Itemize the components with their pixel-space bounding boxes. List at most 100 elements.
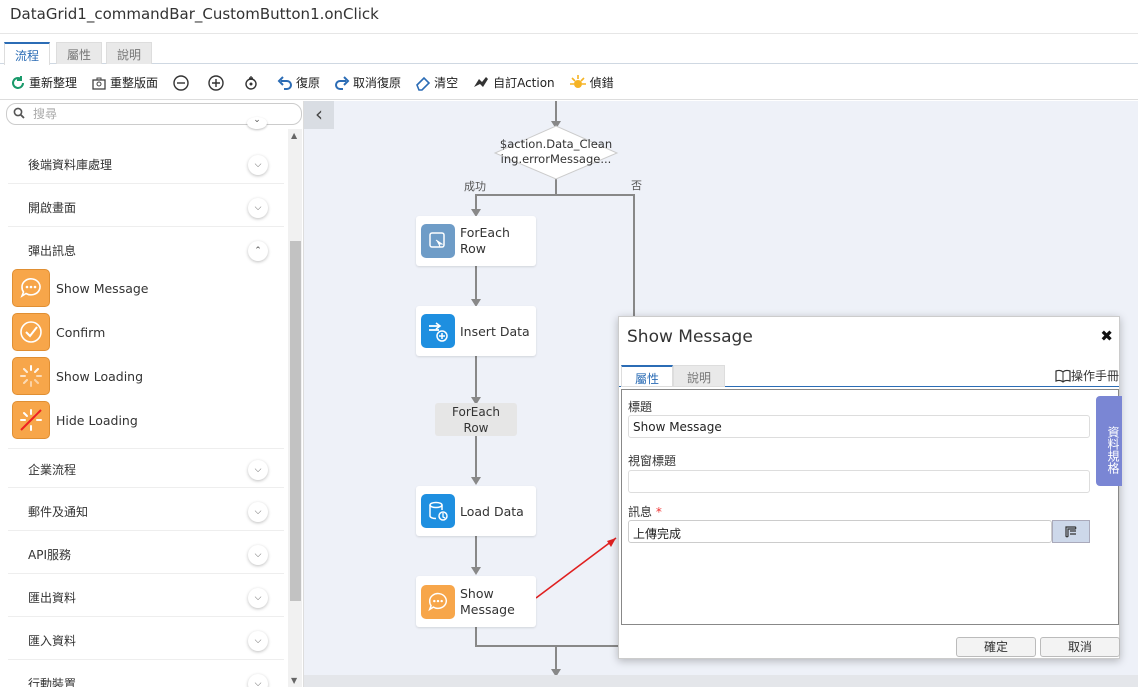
chevron-down-icon[interactable]: ⌵ <box>248 460 268 480</box>
action-label: Show Message <box>56 280 149 296</box>
category-mail-notify[interactable]: 郵件及通知 ⌵ <box>8 491 284 531</box>
category-label: 開啟畫面 <box>28 201 77 215</box>
node-line1: ForEach <box>452 405 500 419</box>
window-title: DataGrid1_commandBar_CustomButton1.onCli… <box>0 0 1138 34</box>
category-api[interactable]: API服務 ⌵ <box>8 534 284 574</box>
chevron-down-icon[interactable]: ⌵ <box>248 198 268 218</box>
script-icon <box>1065 525 1077 537</box>
ok-button[interactable]: 確定 <box>956 637 1036 657</box>
debug-icon <box>569 74 586 88</box>
tab-properties[interactable]: 屬性 <box>56 42 103 64</box>
script-editor-button[interactable] <box>1052 520 1090 543</box>
redo-label: 取消復原 <box>353 76 402 90</box>
chevron-down-icon[interactable]: ⌵ <box>248 155 268 175</box>
zoom-in-button[interactable] <box>207 74 228 92</box>
manual-label: 操作手冊 <box>1070 369 1119 383</box>
chevron-down-icon[interactable]: ⌄ <box>247 116 267 129</box>
edge-label-no: 否 <box>631 179 642 192</box>
title-field[interactable]: Show Message <box>628 415 1090 438</box>
spinner-off-icon <box>12 401 50 439</box>
chevron-down-icon[interactable]: ⌵ <box>248 674 268 687</box>
node-foreach-row[interactable]: ForEach Row <box>416 216 536 266</box>
chevron-down-icon[interactable]: ⌵ <box>248 502 268 522</box>
category-label: 彈出訊息 <box>28 244 77 258</box>
custom-action-button[interactable]: 自訂Action <box>472 74 555 91</box>
category-import[interactable]: 匯入資料 ⌵ <box>8 620 284 660</box>
collapse-sidebar-button[interactable]: ‹ <box>304 101 334 129</box>
load-data-icon <box>421 494 455 528</box>
category-export[interactable]: 匯出資料 ⌵ <box>8 577 284 617</box>
undo-button[interactable]: 復原 <box>277 74 320 91</box>
tab-description[interactable]: 說明 <box>106 42 153 64</box>
book-icon <box>1055 369 1071 383</box>
category-enterprise-flow[interactable]: 企業流程 ⌵ <box>8 448 284 488</box>
data-spec-tab[interactable]: 資料規格 <box>1096 396 1122 486</box>
action-show-message[interactable]: Show Message <box>12 266 284 310</box>
action-show-loading[interactable]: Show Loading <box>12 354 284 398</box>
category-label: API服務 <box>28 548 71 562</box>
refresh-button[interactable]: 重新整理 <box>10 74 77 91</box>
action-hide-loading[interactable]: Hide Loading <box>12 398 284 442</box>
category-open-screen[interactable]: 開啟畫面 ⌵ <box>8 187 284 227</box>
node-load-data[interactable]: Load Data <box>416 486 536 536</box>
category-label: 郵件及通知 <box>28 505 89 519</box>
node-line2: Message <box>460 601 515 617</box>
dialog-tab-description[interactable]: 說明 <box>673 365 726 387</box>
window-title-field[interactable] <box>628 470 1090 493</box>
window-title-label: 視窗標題 <box>628 454 677 468</box>
zoom-out-icon <box>173 74 189 91</box>
show-message-dialog: Show Message ✖ 屬性 說明 操作手冊 標題 Show Messag… <box>618 316 1122 659</box>
dialog-tab-properties[interactable]: 屬性 <box>621 365 674 387</box>
close-icon[interactable]: ✖ <box>1100 327 1113 345</box>
sidebar-scroll-thumb[interactable] <box>290 241 301 601</box>
node-show-message[interactable]: Show Message <box>416 576 536 627</box>
chevron-down-icon[interactable]: ⌵ <box>248 631 268 651</box>
toolbar: 重新整理 重整版面 復原 取消復原 清空 自訂Action 偵錯 <box>0 66 1138 100</box>
custom-action-label: 自訂Action <box>493 76 555 90</box>
tab-flow[interactable]: 流程 <box>4 42 51 65</box>
relayout-label: 重整版面 <box>110 76 159 90</box>
chevron-down-icon[interactable]: ⌵ <box>248 588 268 608</box>
action-sidebar: 搜尋 ⌄ 後端資料庫處理 ⌵ 開啟畫面 ⌵ 彈出訊息 ⌃ Show Messag… <box>0 101 304 687</box>
clear-button[interactable]: 清空 <box>415 74 458 91</box>
action-confirm[interactable]: Confirm <box>12 310 284 354</box>
message-bubble-icon <box>12 269 50 307</box>
scroll-up-icon[interactable]: ▲ <box>291 131 297 140</box>
category-label: 行動裝置 <box>28 677 77 687</box>
refresh-icon <box>12 75 24 89</box>
decision-node[interactable]: $action.Data_Clean ing.errorMessage... <box>494 137 618 167</box>
scroll-down-icon[interactable]: ▼ <box>291 676 297 685</box>
relayout-button[interactable]: 重整版面 <box>91 74 158 91</box>
debug-label: 偵錯 <box>589 76 614 90</box>
category-label: 企業流程 <box>28 463 77 477</box>
fit-button[interactable] <box>242 74 263 92</box>
category-label: 後端資料庫處理 <box>28 158 113 172</box>
redo-button[interactable]: 取消復原 <box>334 74 401 91</box>
node-line2: Row <box>460 241 486 256</box>
node-insert-data[interactable]: Insert Data <box>416 306 536 356</box>
node-foreach-end[interactable]: ForEach Row <box>435 403 517 436</box>
message-label: 訊息 * <box>628 503 662 520</box>
refresh-label: 重新整理 <box>29 76 78 90</box>
category-backend-db[interactable]: 後端資料庫處理 ⌵ <box>8 144 284 184</box>
zoom-out-button[interactable] <box>172 74 193 92</box>
decision-line2: ing.errorMessage... <box>500 152 612 166</box>
clear-label: 清空 <box>434 76 459 90</box>
cancel-button[interactable]: 取消 <box>1040 637 1120 657</box>
node-label: Insert Data <box>460 323 530 339</box>
category-popup[interactable]: 彈出訊息 ⌃ <box>8 230 284 270</box>
message-field[interactable]: 上傳完成 <box>628 520 1052 543</box>
node-line1: ForEach <box>460 225 510 240</box>
chevron-down-icon[interactable]: ⌵ <box>248 545 268 565</box>
action-label: Show Loading <box>56 368 144 384</box>
node-line2: Row <box>463 421 489 435</box>
debug-button[interactable]: 偵錯 <box>569 74 614 92</box>
chevron-up-icon[interactable]: ⌃ <box>248 241 268 261</box>
category-mobile[interactable]: 行動裝置 ⌵ <box>8 663 284 687</box>
manual-link[interactable]: 操作手冊 <box>1055 367 1119 384</box>
message-label-text: 訊息 <box>628 505 653 519</box>
insert-data-icon <box>421 314 455 348</box>
required-marker: * <box>655 505 662 519</box>
eraser-icon <box>416 76 431 91</box>
dialog-tab-bar: 屬性 說明 <box>619 363 1119 387</box>
